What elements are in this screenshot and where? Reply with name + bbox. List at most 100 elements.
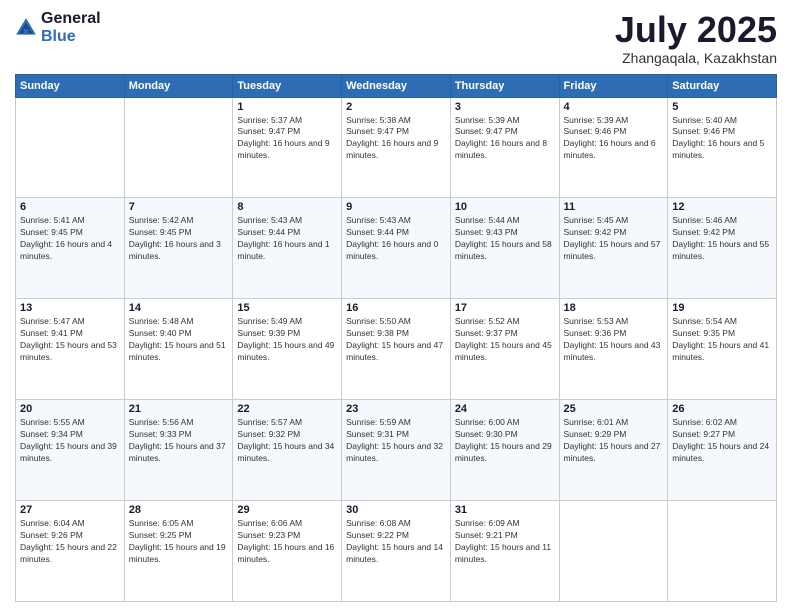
day-number: 13 bbox=[20, 302, 120, 314]
calendar-cell: 16 Sunrise: 5:50 AM Sunset: 9:38 PM Dayli… bbox=[342, 299, 451, 400]
day-info: Sunrise: 5:57 AM Sunset: 9:32 PM Dayligh… bbox=[237, 417, 337, 465]
day-number: 9 bbox=[346, 201, 446, 213]
title-block: July 2025 Zhangaqala, Kazakhstan bbox=[615, 10, 777, 66]
day-info: Sunrise: 5:56 AM Sunset: 9:33 PM Dayligh… bbox=[129, 417, 229, 465]
calendar-cell: 26 Sunrise: 6:02 AM Sunset: 9:27 PM Dayli… bbox=[668, 400, 777, 501]
calendar-cell: 29Sunrise: 6:06 AM Sunset: 9:23 PM Dayli… bbox=[233, 501, 342, 602]
day-info: Sunrise: 5:39 AM Sunset: 9:47 PM Dayligh… bbox=[455, 115, 555, 163]
calendar-header-row: SundayMondayTuesdayWednesdayThursdayFrid… bbox=[16, 74, 777, 97]
day-number: 27 bbox=[20, 504, 120, 516]
logo: General Blue bbox=[15, 10, 101, 46]
day-info: Sunrise: 5:42 AM Sunset: 9:45 PM Dayligh… bbox=[129, 215, 229, 263]
calendar-cell: 11 Sunrise: 5:45 AM Sunset: 9:42 PM Dayli… bbox=[559, 198, 668, 299]
calendar-cell: 18 Sunrise: 5:53 AM Sunset: 9:36 PM Dayli… bbox=[559, 299, 668, 400]
day-info: Sunrise: 5:44 AM Sunset: 9:43 PM Dayligh… bbox=[455, 215, 555, 263]
day-number: 5 bbox=[672, 101, 772, 113]
calendar-cell: 1 Sunrise: 5:37 AM Sunset: 9:47 PM Daylig… bbox=[233, 97, 342, 198]
day-number: 20 bbox=[20, 403, 120, 415]
calendar-cell: 13 Sunrise: 5:47 AM Sunset: 9:41 PM Dayli… bbox=[16, 299, 125, 400]
day-info: Sunrise: 6:01 AM Sunset: 9:29 PM Dayligh… bbox=[564, 417, 664, 465]
day-number: 11 bbox=[564, 201, 664, 213]
page: General Blue July 2025 Zhangaqala, Kazak… bbox=[0, 0, 792, 612]
day-info: Sunrise: 5:50 AM Sunset: 9:38 PM Dayligh… bbox=[346, 316, 446, 364]
calendar-cell: 9 Sunrise: 5:43 AM Sunset: 9:44 PM Daylig… bbox=[342, 198, 451, 299]
day-info: Sunrise: 6:09 AM Sunset: 9:21 PM Dayligh… bbox=[455, 518, 555, 566]
day-info: Sunrise: 5:54 AM Sunset: 9:35 PM Dayligh… bbox=[672, 316, 772, 364]
calendar-cell bbox=[668, 501, 777, 602]
calendar-cell: 21 Sunrise: 5:56 AM Sunset: 9:33 PM Dayli… bbox=[124, 400, 233, 501]
calendar-cell: 22 Sunrise: 5:57 AM Sunset: 9:32 PM Dayli… bbox=[233, 400, 342, 501]
calendar-week-1: 1 Sunrise: 5:37 AM Sunset: 9:47 PM Daylig… bbox=[16, 97, 777, 198]
calendar-cell bbox=[559, 501, 668, 602]
day-number: 12 bbox=[672, 201, 772, 213]
day-number: 4 bbox=[564, 101, 664, 113]
month-title: July 2025 bbox=[615, 10, 777, 50]
day-number: 28 bbox=[129, 504, 229, 516]
calendar-cell: 27 Sunrise: 6:04 AM Sunset: 9:26 PM Dayli… bbox=[16, 501, 125, 602]
calendar-cell: 2Sunrise: 5:38 AM Sunset: 9:47 PM Daylig… bbox=[342, 97, 451, 198]
calendar-table: SundayMondayTuesdayWednesdayThursdayFrid… bbox=[15, 74, 777, 602]
calendar-cell: 3Sunrise: 5:39 AM Sunset: 9:47 PM Daylig… bbox=[450, 97, 559, 198]
calendar-cell: 31 Sunrise: 6:09 AM Sunset: 9:21 PM Dayli… bbox=[450, 501, 559, 602]
day-number: 14 bbox=[129, 302, 229, 314]
calendar-header-monday: Monday bbox=[124, 74, 233, 97]
day-info: Sunrise: 6:02 AM Sunset: 9:27 PM Dayligh… bbox=[672, 417, 772, 465]
day-number: 26 bbox=[672, 403, 772, 415]
day-number: 31 bbox=[455, 504, 555, 516]
logo-blue: Blue bbox=[41, 28, 76, 45]
day-info: Sunrise: 5:40 AM Sunset: 9:46 PM Dayligh… bbox=[672, 115, 772, 163]
day-info: Sunrise: 6:06 AM Sunset: 9:23 PM Dayligh… bbox=[237, 518, 337, 566]
day-number: 30 bbox=[346, 504, 446, 516]
calendar-header-sunday: Sunday bbox=[16, 74, 125, 97]
day-number: 1 bbox=[237, 101, 337, 113]
day-info: Sunrise: 5:47 AM Sunset: 9:41 PM Dayligh… bbox=[20, 316, 120, 364]
calendar-cell: 15 Sunrise: 5:49 AM Sunset: 9:39 PM Dayli… bbox=[233, 299, 342, 400]
calendar-week-3: 13 Sunrise: 5:47 AM Sunset: 9:41 PM Dayli… bbox=[16, 299, 777, 400]
day-info: Sunrise: 5:37 AM Sunset: 9:47 PM Dayligh… bbox=[237, 115, 337, 163]
calendar-cell bbox=[16, 97, 125, 198]
calendar-cell: 12 Sunrise: 5:46 AM Sunset: 9:42 PM Dayli… bbox=[668, 198, 777, 299]
day-info: Sunrise: 5:59 AM Sunset: 9:31 PM Dayligh… bbox=[346, 417, 446, 465]
calendar-cell: 14Sunrise: 5:48 AM Sunset: 9:40 PM Dayli… bbox=[124, 299, 233, 400]
day-info: Sunrise: 5:49 AM Sunset: 9:39 PM Dayligh… bbox=[237, 316, 337, 364]
calendar-header-thursday: Thursday bbox=[450, 74, 559, 97]
day-info: Sunrise: 5:41 AM Sunset: 9:45 PM Dayligh… bbox=[20, 215, 120, 263]
calendar-header-friday: Friday bbox=[559, 74, 668, 97]
day-info: Sunrise: 6:05 AM Sunset: 9:25 PM Dayligh… bbox=[129, 518, 229, 566]
day-number: 23 bbox=[346, 403, 446, 415]
day-number: 8 bbox=[237, 201, 337, 213]
day-info: Sunrise: 5:55 AM Sunset: 9:34 PM Dayligh… bbox=[20, 417, 120, 465]
calendar-cell: 6 Sunrise: 5:41 AM Sunset: 9:45 PM Daylig… bbox=[16, 198, 125, 299]
day-info: Sunrise: 6:08 AM Sunset: 9:22 PM Dayligh… bbox=[346, 518, 446, 566]
day-number: 24 bbox=[455, 403, 555, 415]
day-number: 16 bbox=[346, 302, 446, 314]
day-number: 2 bbox=[346, 101, 446, 113]
day-number: 7 bbox=[129, 201, 229, 213]
calendar-cell: 19Sunrise: 5:54 AM Sunset: 9:35 PM Dayli… bbox=[668, 299, 777, 400]
day-info: Sunrise: 6:04 AM Sunset: 9:26 PM Dayligh… bbox=[20, 518, 120, 566]
day-number: 17 bbox=[455, 302, 555, 314]
calendar-cell: 20 Sunrise: 5:55 AM Sunset: 9:34 PM Dayli… bbox=[16, 400, 125, 501]
day-number: 6 bbox=[20, 201, 120, 213]
day-number: 18 bbox=[564, 302, 664, 314]
day-number: 25 bbox=[564, 403, 664, 415]
day-number: 21 bbox=[129, 403, 229, 415]
calendar-cell: 23 Sunrise: 5:59 AM Sunset: 9:31 PM Dayli… bbox=[342, 400, 451, 501]
day-number: 15 bbox=[237, 302, 337, 314]
calendar-cell: 8Sunrise: 5:43 AM Sunset: 9:44 PM Daylig… bbox=[233, 198, 342, 299]
calendar-cell bbox=[124, 97, 233, 198]
calendar-cell: 25 Sunrise: 6:01 AM Sunset: 9:29 PM Dayli… bbox=[559, 400, 668, 501]
calendar-week-4: 20 Sunrise: 5:55 AM Sunset: 9:34 PM Dayli… bbox=[16, 400, 777, 501]
day-number: 22 bbox=[237, 403, 337, 415]
calendar-cell: 7 Sunrise: 5:42 AM Sunset: 9:45 PM Daylig… bbox=[124, 198, 233, 299]
calendar-cell: 28 Sunrise: 6:05 AM Sunset: 9:25 PM Dayli… bbox=[124, 501, 233, 602]
day-info: Sunrise: 5:46 AM Sunset: 9:42 PM Dayligh… bbox=[672, 215, 772, 263]
day-info: Sunrise: 5:53 AM Sunset: 9:36 PM Dayligh… bbox=[564, 316, 664, 364]
calendar-week-2: 6 Sunrise: 5:41 AM Sunset: 9:45 PM Daylig… bbox=[16, 198, 777, 299]
day-info: Sunrise: 5:43 AM Sunset: 9:44 PM Dayligh… bbox=[346, 215, 446, 263]
day-info: Sunrise: 5:45 AM Sunset: 9:42 PM Dayligh… bbox=[564, 215, 664, 263]
calendar-cell: 10Sunrise: 5:44 AM Sunset: 9:43 PM Dayli… bbox=[450, 198, 559, 299]
calendar-header-saturday: Saturday bbox=[668, 74, 777, 97]
day-info: Sunrise: 5:39 AM Sunset: 9:46 PM Dayligh… bbox=[564, 115, 664, 163]
calendar-cell: 30 Sunrise: 6:08 AM Sunset: 9:22 PM Dayli… bbox=[342, 501, 451, 602]
